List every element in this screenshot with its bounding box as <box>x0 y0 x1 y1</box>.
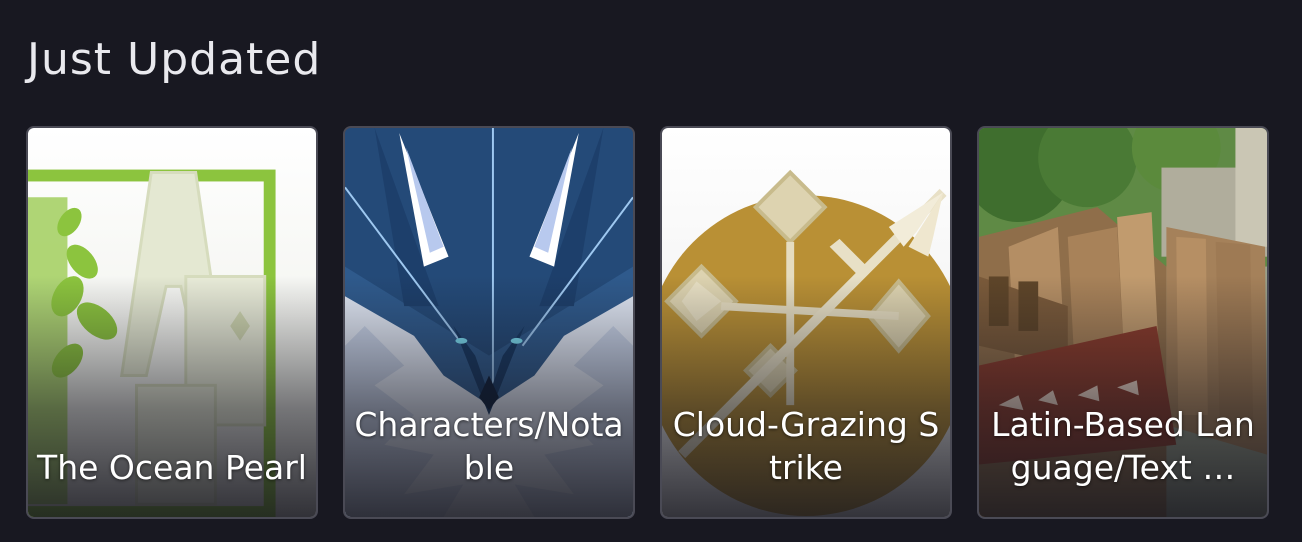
card-title: The Ocean Pearl <box>37 448 307 487</box>
section-title: Just Updated <box>27 34 322 85</box>
card-characters-notable[interactable]: Characters/Notable <box>343 126 635 519</box>
card-row: The Ocean Pearl Characters/Notable Cloud… <box>26 126 1269 519</box>
card-title: Latin-Based Language/Text … <box>991 405 1255 487</box>
just-updated-section: Just Updated The Ocean Pearl Characters/… <box>0 0 1302 542</box>
card-cloud-grazing-strike[interactable]: Cloud-Grazing Strike <box>660 126 952 519</box>
card-title: Cloud-Grazing Strike <box>672 405 940 487</box>
card-ocean-pearl[interactable]: The Ocean Pearl <box>26 126 318 519</box>
card-title: Characters/Notable <box>354 405 624 487</box>
card-latin-based-language[interactable]: Latin-Based Language/Text … <box>977 126 1269 519</box>
